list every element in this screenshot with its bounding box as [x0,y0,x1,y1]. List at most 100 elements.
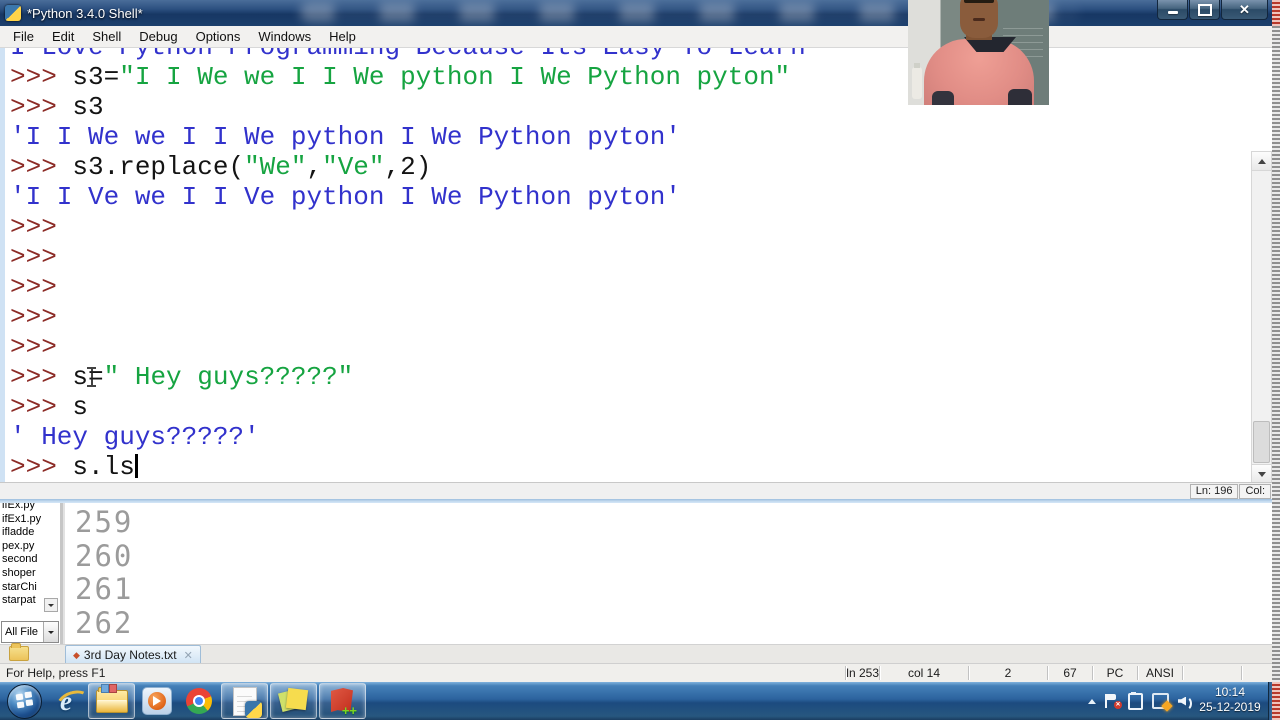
show-hidden-icons-button[interactable] [1088,695,1096,704]
window-title: *Python 3.4.0 Shell* [27,5,143,21]
status-cell: 2 [968,666,1047,680]
shell-text: >>> [10,392,73,422]
taskbar-internet-explorer[interactable]: e [46,684,86,718]
shell-text: s3 [72,92,104,122]
file-item[interactable]: ifladde [2,526,46,540]
taskbar-editplus[interactable]: ++ [319,683,366,719]
status-cells: ln 253 col 14 2 67 PC ANSI [845,666,1272,680]
menu-item-edit[interactable]: Edit [43,29,83,44]
editor-area[interactable]: 259 260 261 262 [63,503,1272,645]
file-item[interactable]: starpat [2,594,46,608]
shell-text: ' Hey guys?????' [10,422,260,452]
file-item[interactable]: second [2,553,46,567]
shell-text: " Hey guys?????" [103,362,354,392]
shell-text: >>> [10,212,73,242]
windows-logo-icon [6,683,42,719]
file-list-scroll-down-button[interactable] [44,598,58,612]
file-filter-dropdown[interactable]: All File [1,621,59,643]
shell-text: 'I I Ve we I I Ve python I We Python pyt… [10,182,681,212]
maximize-icon [1197,3,1212,16]
scroll-up-button[interactable] [1252,152,1271,171]
folder-icon[interactable] [9,643,29,661]
shell-vertical-scrollbar[interactable] [1251,151,1272,482]
line-number: 259 [75,505,134,539]
menu-item-options[interactable]: Options [187,29,250,44]
file-item[interactable]: pex.py [2,540,46,554]
file-list: ifEx.py ifEx1.py ifladde pex.py second shoper… [0,503,60,608]
menu-item-debug[interactable]: Debug [130,29,186,44]
tab-close-icon[interactable]: ✕ [184,649,193,662]
line-number: 262 [75,605,134,640]
status-cell: ANSI [1137,666,1182,680]
network-alert-icon[interactable] [1152,693,1173,712]
shell-line: >>> s3="I I We we I I We python I We Pyt… [10,62,1272,92]
play-circle [148,692,166,710]
file-item[interactable]: shoper [2,567,46,581]
taskbar-media-player[interactable] [137,684,177,718]
scroll-down-button[interactable] [1252,464,1271,482]
taskbar-chrome[interactable] [179,684,219,718]
scrollbar-thumb[interactable] [1253,421,1270,463]
note-front [285,687,309,711]
shell-text: 'I I We we I I We python I We Python pyt… [10,122,681,152]
shell-text: >>> [10,92,73,122]
file-browser-panel: ifEx.py ifEx1.py ifladde pex.py second shoper… [0,503,63,645]
menu-item-file[interactable]: File [4,29,43,44]
menu-item-help[interactable]: Help [320,29,365,44]
action-center-flag-icon[interactable]: ✕ [1105,694,1122,709]
taskbar-python-idle[interactable] [221,683,268,719]
file-item[interactable]: ifEx.py [2,503,46,513]
file-item[interactable]: ifEx1.py [2,513,46,527]
idle-titlebar[interactable]: *Python 3.4.0 Shell* ✕ [0,0,1272,26]
error-badge: ✕ [1114,701,1122,709]
minimize-button[interactable] [1157,0,1188,20]
sticky-notes-icon [277,687,309,714]
shell-text: s3.replace( [72,152,245,182]
status-cell [1182,666,1241,680]
line-number: 260 [75,538,134,573]
media-player-icon [142,687,172,715]
taskbar: e ++ ✕ 10:14 25-12-2019 [0,682,1280,720]
clipboard-tray-icon[interactable] [1128,691,1143,710]
shell-line: >>> [10,242,1272,272]
text-caret [134,454,138,478]
shell-line: >>> s [10,392,1272,422]
start-button[interactable] [3,682,45,720]
taskbar-sticky-notes[interactable] [270,683,317,719]
modified-indicator-icon: ◆ [73,649,80,660]
screen-edge-artifact-top [1272,0,1280,26]
volume-icon[interactable] [1178,695,1192,711]
glasses [964,0,994,3]
shell-text: ,2) [384,152,432,182]
play-icon [152,696,166,706]
line-number: 261 [75,572,134,606]
taskbar-windows-explorer[interactable] [88,683,135,719]
maximize-button[interactable] [1189,0,1220,20]
shell-line: >>> s=" Hey guys?????" [10,362,1272,392]
arrow-down-icon [1257,471,1266,481]
file-filter-value: All File [5,626,39,638]
shell-text-area[interactable]: I Love Python Programming Because Its Ea… [0,48,1272,482]
shell-text: s3= [72,62,120,92]
file-item[interactable]: starChi [2,581,46,595]
idle-window: *Python 3.4.0 Shell* ✕ File Edit Shell Debu… [0,0,1272,505]
menu-item-windows[interactable]: Windows [249,29,320,44]
close-button[interactable]: ✕ [1221,0,1268,20]
idle-menubar: File Edit Shell Debug Options Windows Help [0,26,1272,48]
shell-line: 'I I Ve we I I Ve python I We Python pyt… [10,182,1272,212]
dropdown-arrow-button[interactable] [43,622,58,642]
chrome-core [195,697,203,705]
tab-3rd-day-notes[interactable]: ◆ 3rd Day Notes.txt ✕ [65,645,201,664]
tray-clock[interactable]: 10:14 25-12-2019 [1194,685,1266,715]
shell-line: >>> [10,212,1272,242]
presenter-torso [924,37,1034,105]
shell-text: , [306,152,323,182]
close-icon: ✕ [1239,2,1250,17]
python-logo [244,700,262,718]
shell-text: >>> [10,362,73,392]
editplus-icon: ++ [329,688,357,717]
shell-text: "We" [244,152,307,182]
menu-item-shell[interactable]: Shell [83,29,130,44]
shell-text: >>> [10,302,73,332]
document-tabbar: ◆ 3rd Day Notes.txt ✕ [0,643,1272,664]
